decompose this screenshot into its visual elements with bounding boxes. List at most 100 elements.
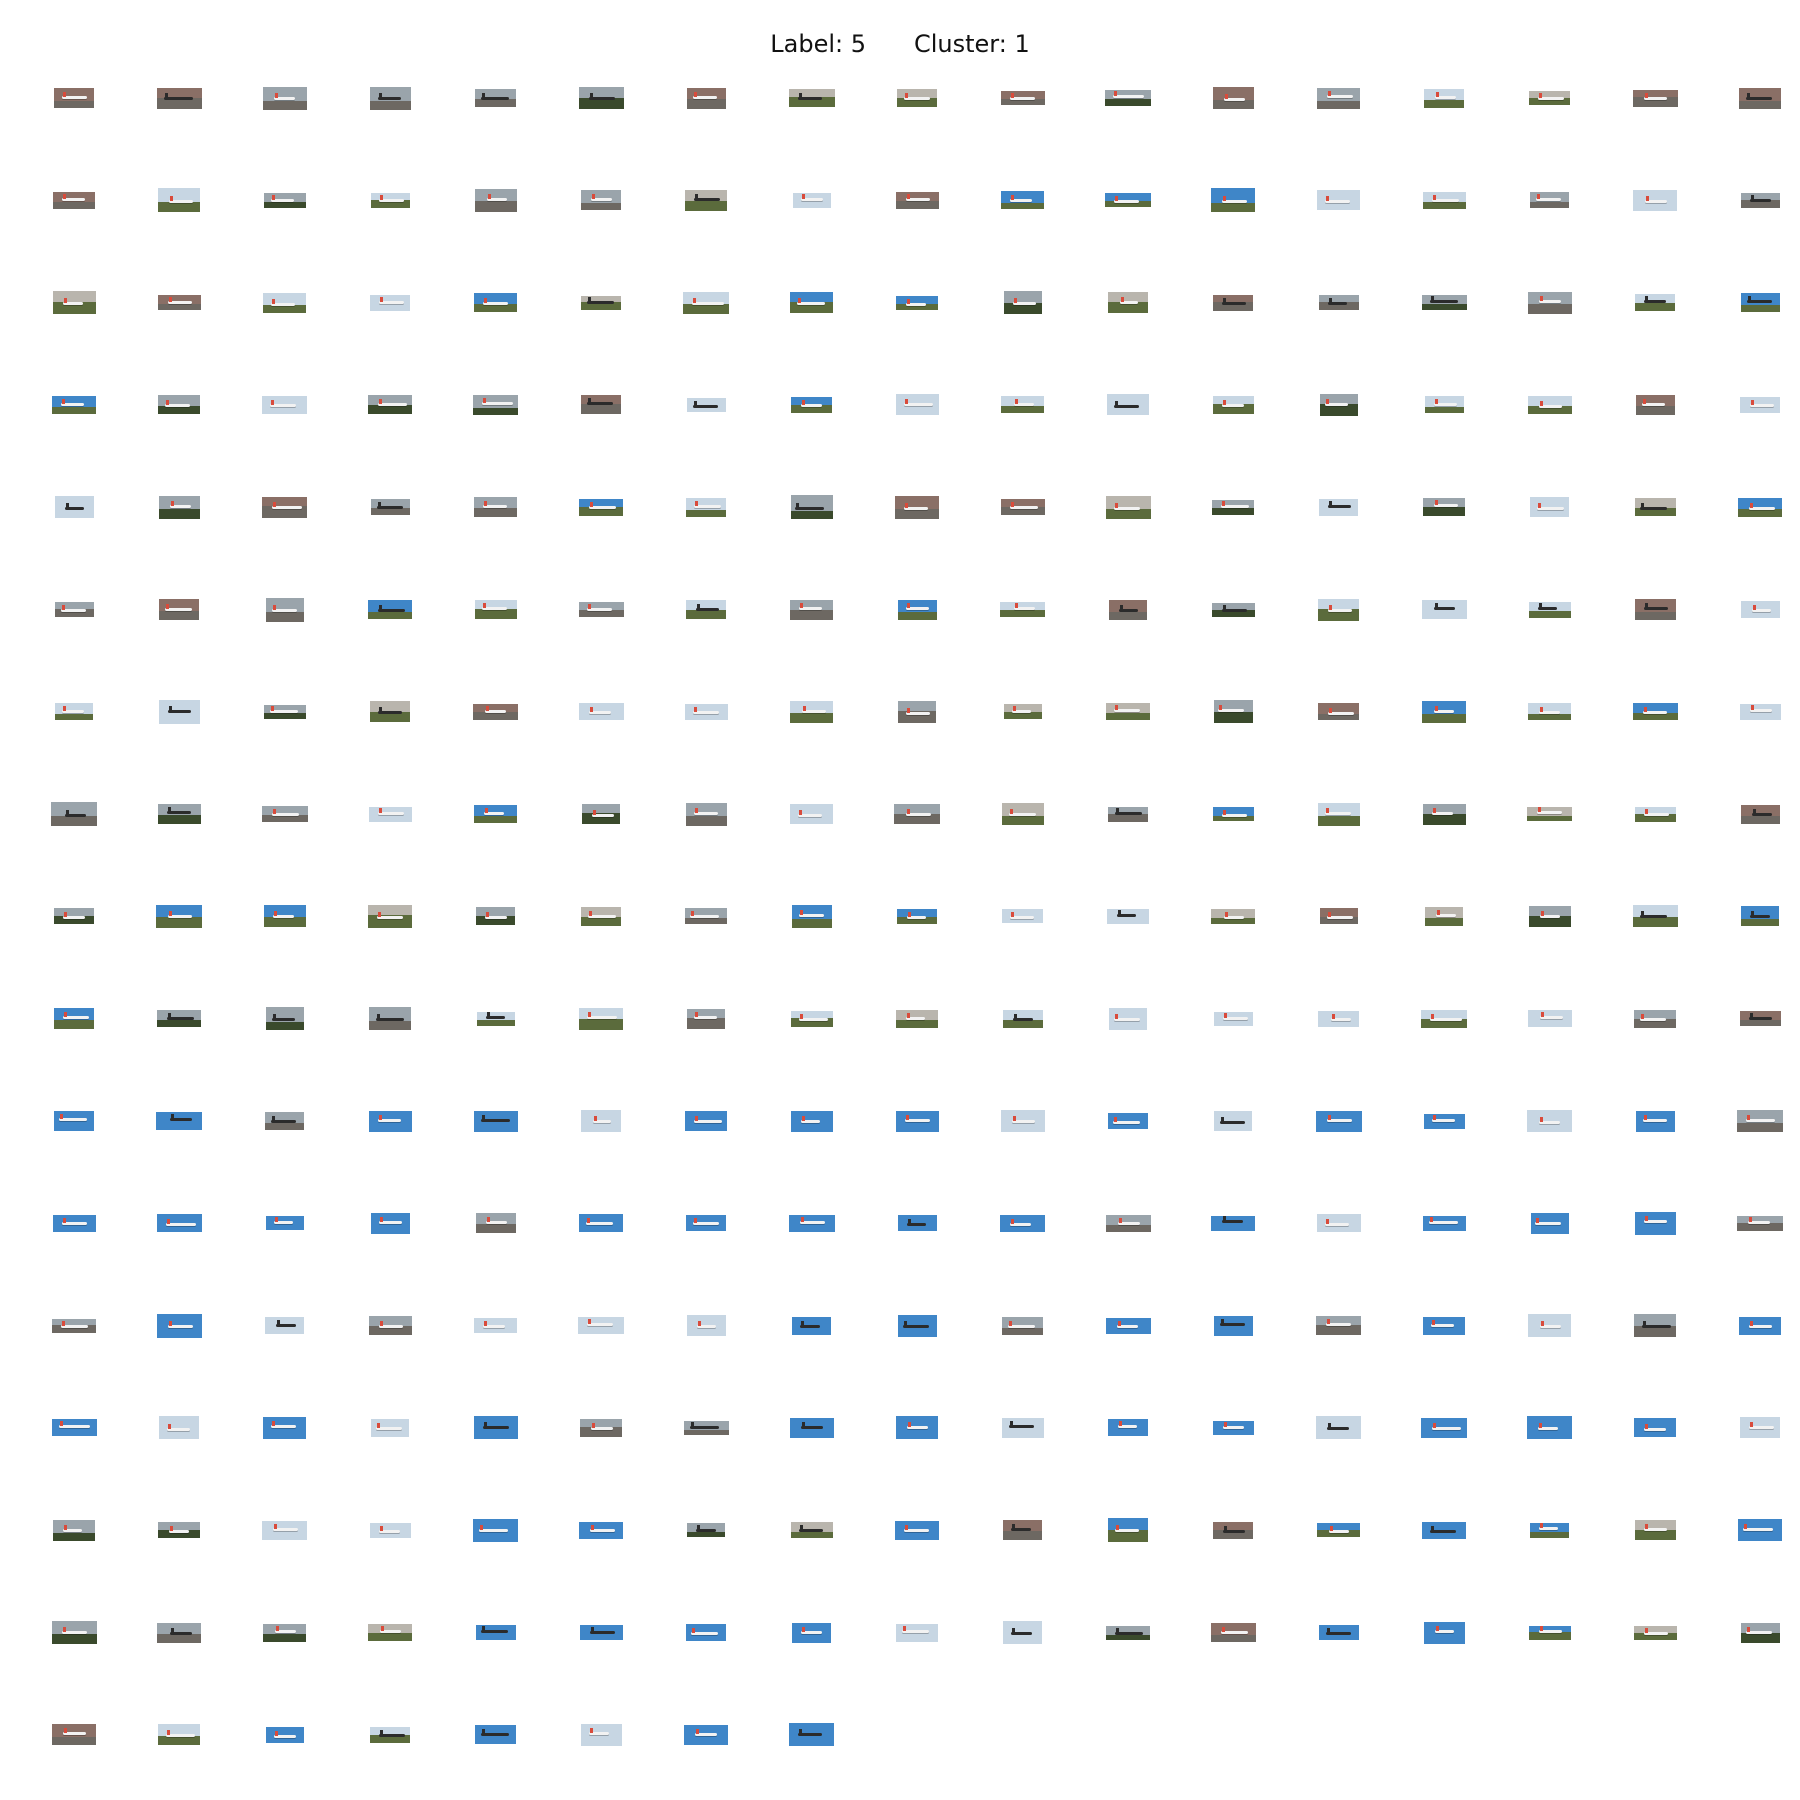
airplane-thumbnail	[579, 1625, 623, 1640]
airplane-thumbnail	[54, 908, 94, 925]
thumbnail-ground	[1425, 917, 1464, 926]
airplane-tail	[694, 92, 698, 98]
airplane-shape	[1113, 1120, 1141, 1124]
airplane-thumbnail	[896, 1009, 939, 1028]
airplane-tail	[1539, 602, 1543, 608]
airplane-tail	[1326, 1318, 1330, 1324]
airplane-thumbnail	[1003, 704, 1042, 720]
airplane-tail	[1113, 91, 1117, 97]
airplane-tail	[169, 705, 173, 711]
airplane-thumbnail	[578, 602, 624, 617]
airplane-tail	[907, 1013, 911, 1019]
airplane-thumbnail	[683, 291, 730, 314]
airplane-tail	[592, 809, 596, 815]
airplane-tail	[696, 604, 700, 610]
airplane-thumbnail	[1109, 1007, 1147, 1030]
airplane-tail	[905, 1524, 909, 1530]
airplane-thumbnail	[156, 1112, 203, 1130]
airplane-tail	[166, 1218, 170, 1224]
airplane-tail	[1640, 502, 1644, 508]
airplane-tail	[379, 93, 383, 99]
airplane-tail	[379, 1729, 383, 1735]
thumbnail-sky	[262, 496, 308, 507]
airplane-thumbnail	[1318, 703, 1360, 721]
airplane-thumbnail	[1210, 1623, 1256, 1642]
airplane-shape	[689, 1425, 719, 1429]
airplane-tail	[1015, 399, 1019, 405]
airplane-tail	[63, 1525, 67, 1531]
airplane-thumbnail	[158, 188, 201, 213]
airplane-tail	[1537, 194, 1541, 200]
thumbnail-ground	[157, 814, 201, 825]
thumbnail-ground	[158, 508, 200, 519]
airplane-thumbnail	[262, 395, 308, 414]
airplane-thumbnail	[1530, 192, 1570, 209]
airplane-tail	[484, 1321, 488, 1327]
airplane-thumbnail	[1318, 295, 1359, 311]
airplane-thumbnail	[474, 600, 517, 619]
airplane-thumbnail	[579, 1214, 623, 1233]
thumbnail-ground	[1739, 1019, 1781, 1027]
airplane-tail	[378, 808, 382, 814]
airplane-tail	[589, 707, 593, 713]
thumbnail-ground	[683, 304, 730, 314]
airplane-tail	[1114, 503, 1118, 509]
airplane-tail	[1436, 909, 1440, 915]
airplane-thumbnail	[475, 1625, 516, 1640]
airplane-thumbnail	[1737, 1215, 1784, 1231]
thumbnail-ground	[1001, 405, 1045, 414]
airplane-thumbnail	[1739, 1011, 1781, 1027]
airplane-tail	[1749, 1320, 1753, 1326]
airplane-tail	[1537, 807, 1541, 813]
airplane-thumbnail	[686, 87, 726, 109]
airplane-thumbnail	[1740, 293, 1780, 313]
airplane-tail	[1436, 91, 1440, 97]
airplane-tail	[277, 1319, 281, 1325]
airplane-thumbnail	[1421, 1417, 1468, 1438]
airplane-shape	[587, 300, 615, 304]
thumbnail-ground	[368, 405, 413, 415]
thumbnail-ground	[1001, 202, 1045, 210]
airplane-thumbnail	[1529, 91, 1571, 105]
airplane-tail	[1223, 1526, 1227, 1532]
airplane-tail	[906, 808, 910, 814]
airplane-thumbnail	[263, 292, 307, 313]
airplane-thumbnail	[1740, 1622, 1780, 1643]
thumbnail-ground	[474, 200, 517, 212]
airplane-thumbnail	[896, 295, 939, 310]
thumbnail-ground	[473, 711, 519, 720]
airplane-thumbnail	[1318, 598, 1360, 621]
thumbnail-ground	[1424, 100, 1465, 108]
airplane-thumbnail	[580, 1723, 622, 1746]
airplane-thumbnail	[1634, 1314, 1676, 1338]
airplane-thumbnail	[790, 1522, 833, 1539]
airplane-tail	[1121, 296, 1125, 302]
airplane-tail	[1641, 1013, 1645, 1019]
airplane-thumbnail	[52, 1318, 96, 1333]
airplane-shape	[691, 301, 724, 305]
airplane-shape	[902, 1629, 930, 1633]
airplane-shape	[1429, 299, 1458, 303]
airplane-thumbnail	[262, 86, 307, 110]
airplane-tail	[801, 1320, 805, 1326]
airplane-thumbnail	[685, 189, 728, 211]
airplane-shape	[585, 1222, 613, 1226]
airplane-tail	[695, 1728, 699, 1734]
thumbnail-ground	[157, 1634, 202, 1643]
airplane-shape	[1008, 812, 1036, 816]
airplane-thumbnail	[1001, 803, 1044, 826]
airplane-thumbnail	[263, 192, 306, 208]
airplane-thumbnail	[1213, 700, 1253, 724]
airplane-shape	[795, 507, 825, 511]
airplane-shape	[1112, 95, 1144, 99]
airplane-thumbnail	[1317, 87, 1361, 109]
airplane-thumbnail	[1530, 1212, 1569, 1234]
airplane-thumbnail	[1105, 495, 1151, 519]
airplane-tail	[589, 910, 593, 916]
airplane-thumbnail	[1528, 905, 1571, 927]
airplane-tail	[485, 808, 489, 814]
airplane-tail	[380, 1626, 384, 1632]
airplane-tail	[1750, 704, 1754, 710]
airplane-thumbnail	[1741, 906, 1780, 927]
airplane-tail	[1114, 705, 1118, 711]
